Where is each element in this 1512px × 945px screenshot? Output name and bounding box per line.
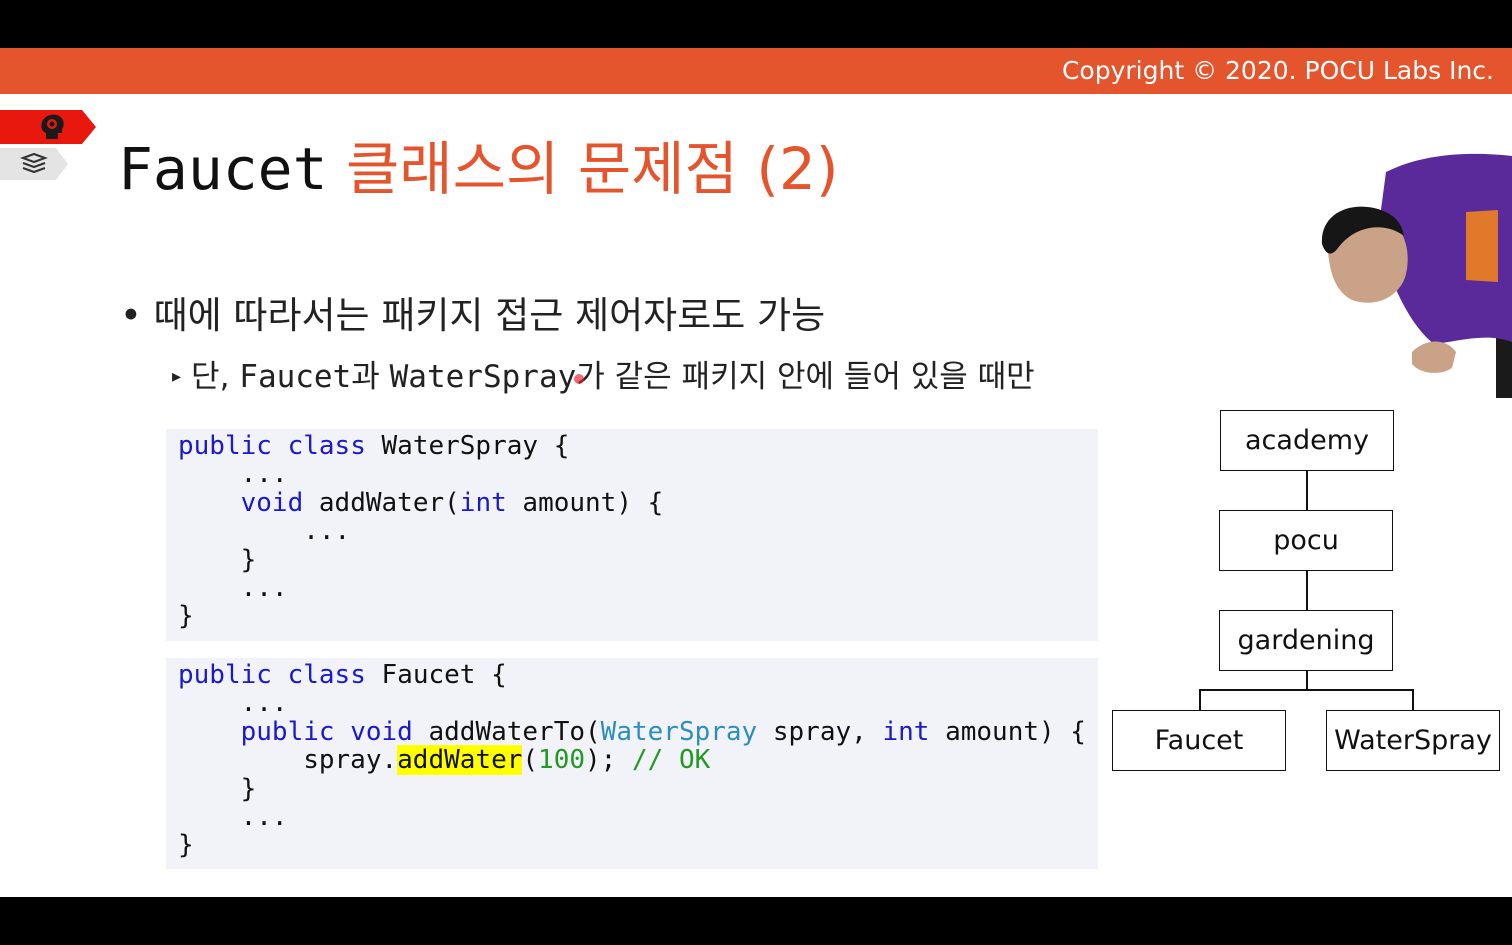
code-text: spray, [757, 717, 883, 747]
code-number: 100 [538, 745, 586, 775]
code-line: ... [178, 688, 288, 718]
title-code-part: Faucet [118, 135, 328, 203]
tree-edge [1412, 689, 1414, 711]
presenter-webcam [1321, 153, 1512, 398]
code-line: } [178, 545, 257, 575]
code-line: } [178, 774, 257, 804]
sub-bullet-text-3: 가 같은 패키지 안에 들어 있을 때만 [576, 359, 1035, 395]
code-keyword: public [178, 431, 272, 461]
code-text: WaterSpray { [381, 431, 570, 461]
code-line: void addWater(int amount) { [178, 488, 664, 518]
code-type: WaterSpray [600, 717, 758, 747]
package-tree-diagram: academy pocu gardening Faucet WaterSpray [1100, 398, 1512, 788]
code-text: spray. [178, 745, 398, 775]
code-line: } [178, 830, 194, 860]
code-line: ... [178, 516, 351, 546]
code-line: public class Faucet { [178, 661, 507, 689]
code-text: addWaterTo( [428, 717, 601, 747]
code-text: addWater( [318, 488, 460, 518]
bullet-sub: ▸ 단, Faucet과 WaterSpray가 같은 패키지 안에 들어 있을 … [172, 356, 1035, 398]
sub-bullet-text-2: 과 [351, 359, 390, 395]
slide-title: Faucet 클래스의 문제점 (2) [118, 134, 839, 204]
copyright-text: Copyright © 2020. POCU Labs Inc. [1061, 56, 1494, 85]
code-block-waterspray: public class WaterSpray { ... void addWa… [166, 429, 1098, 641]
tree-edge [1199, 689, 1414, 691]
tree-node-gardening: gardening [1219, 610, 1393, 671]
code-line: spray.addWater(100); // OK [178, 745, 711, 775]
section-tag-books [0, 148, 68, 180]
code-line: ... [178, 459, 288, 489]
code-text: ); [585, 745, 632, 775]
tree-node-faucet: Faucet [1112, 710, 1286, 771]
video-letterbox-bottom [0, 897, 1512, 945]
title-text-part: 클래스의 문제점 (2) [327, 135, 839, 203]
bullet-main: • 때에 따라서는 패키지 접근 제어자로도 가능 [120, 294, 826, 337]
code-line: ... [178, 573, 288, 603]
code-text: ( [522, 745, 539, 775]
code-line: } [178, 601, 194, 631]
code-keyword: int [459, 488, 507, 518]
code-comment: // OK [631, 745, 711, 775]
code-line: ... [178, 802, 288, 832]
books-icon [20, 152, 48, 174]
tree-node-academy: academy [1220, 410, 1394, 471]
sub-bullet-code-faucet: Faucet [239, 359, 352, 395]
code-highlight: addWater [397, 745, 523, 775]
section-tag-brain [0, 110, 96, 144]
tree-edge [1306, 470, 1308, 510]
code-keyword: class [287, 660, 366, 690]
code-text: Faucet { [381, 660, 507, 690]
laser-pointer-dot [574, 374, 584, 384]
sub-bullet-text-1: 단, [191, 359, 240, 395]
code-block-faucet: public class Faucet { ... public void ad… [166, 658, 1098, 869]
code-keyword: public [240, 717, 335, 747]
sub-bullet-marker: ▸ [172, 366, 182, 387]
code-text: amount) { [506, 488, 664, 518]
code-keyword: public [178, 660, 272, 690]
code-keyword: void [240, 488, 304, 518]
tree-node-pocu: pocu [1219, 510, 1393, 571]
code-keyword: void [350, 717, 413, 747]
lecture-slide: Copyright © 2020. POCU Labs Inc. Faucet … [0, 48, 1512, 897]
brain-head-icon [41, 114, 64, 139]
code-keyword: int [882, 717, 930, 747]
code-line: public void addWaterTo(WaterSpray spray,… [178, 718, 1086, 746]
video-letterbox-top [0, 0, 1512, 48]
code-text: amount) { [929, 717, 1086, 747]
tree-edge [1306, 670, 1308, 690]
sub-bullet-code-waterspray: WaterSpray [389, 359, 577, 395]
tree-node-waterspray: WaterSpray [1326, 710, 1500, 771]
header-banner: Copyright © 2020. POCU Labs Inc. [0, 48, 1512, 94]
code-keyword: class [287, 431, 366, 461]
code-line: public class WaterSpray { [178, 432, 569, 460]
tree-edge [1199, 689, 1201, 711]
tree-edge [1306, 570, 1308, 610]
